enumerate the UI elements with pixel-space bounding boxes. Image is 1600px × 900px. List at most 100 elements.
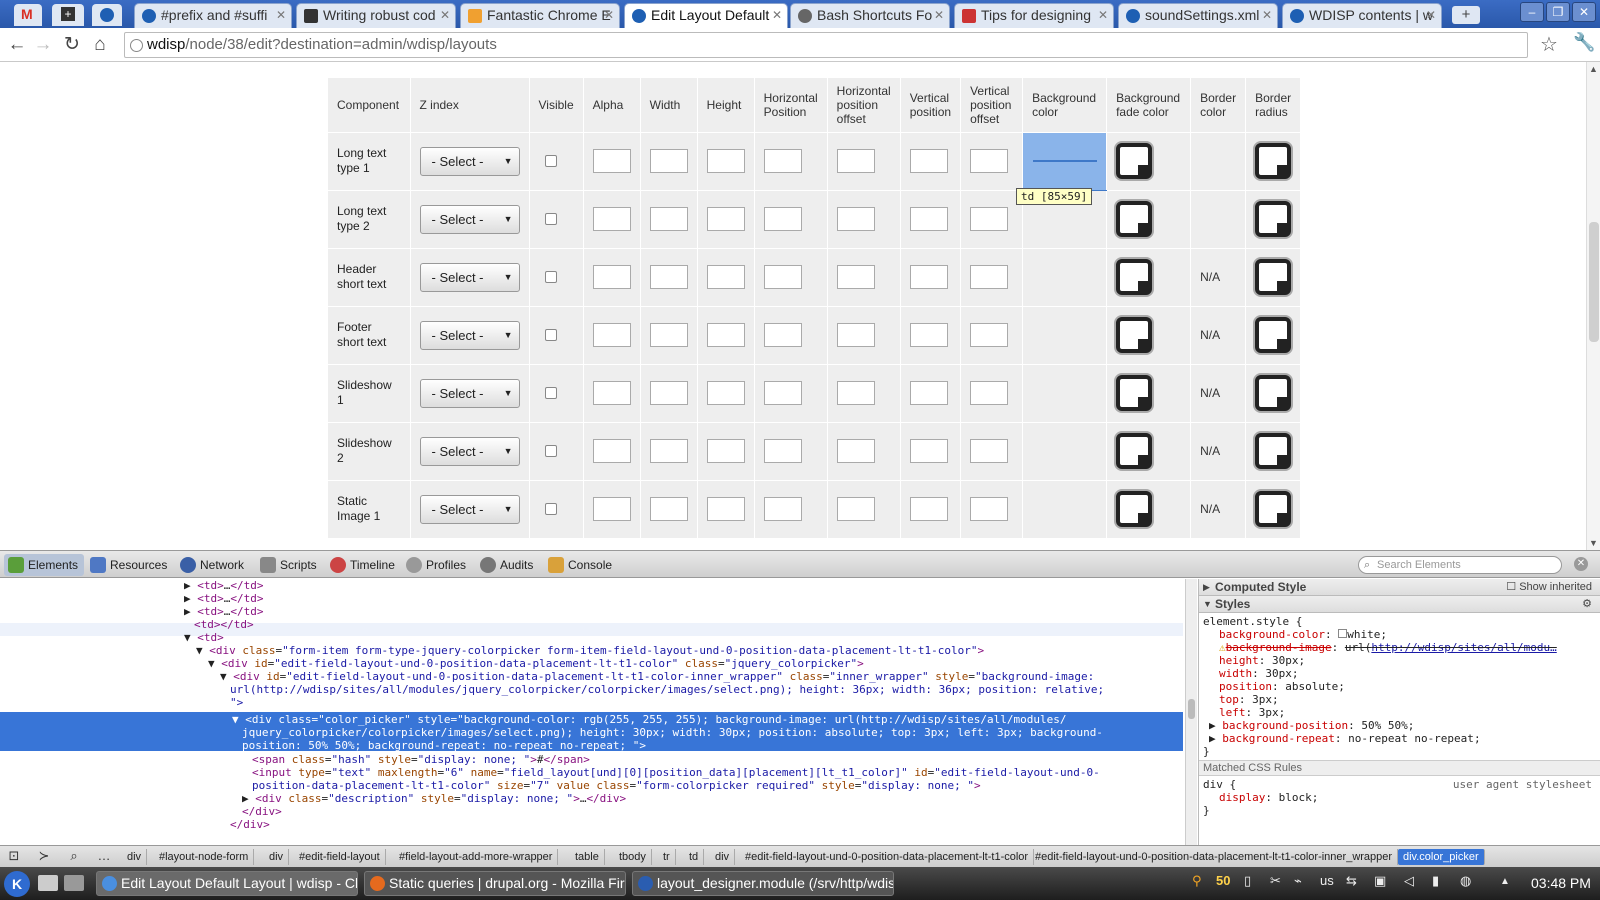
visible-checkbox[interactable] xyxy=(544,503,557,516)
horizontal-position-input[interactable] xyxy=(763,323,802,347)
vertical-offset-input[interactable] xyxy=(970,149,1009,173)
horizontal-offset-input[interactable] xyxy=(836,265,875,289)
background-color-picker[interactable] xyxy=(1116,433,1153,469)
breadcrumb-active[interactable]: div.color_picker xyxy=(1398,849,1485,865)
z-index-select[interactable]: - Select - xyxy=(419,204,520,234)
alpha-input[interactable] xyxy=(592,207,631,231)
dom-node[interactable]: ▶ <td>…</td> xyxy=(184,579,264,592)
visible-checkbox[interactable] xyxy=(544,445,557,457)
dom-node[interactable]: <td></td> xyxy=(194,618,254,631)
home-icon[interactable]: ⌂ xyxy=(88,33,112,57)
vertical-offset-input[interactable] xyxy=(970,439,1009,463)
scroll-up-icon[interactable]: ▲ xyxy=(1589,64,1598,74)
tab-close-icon[interactable]: ✕ xyxy=(1426,4,1436,27)
horizontal-offset-input[interactable] xyxy=(836,149,875,173)
border-color-picker[interactable] xyxy=(1255,433,1292,469)
devtools-close-icon[interactable]: ✕ xyxy=(1574,557,1588,571)
devtools-tab-resources[interactable]: Resources xyxy=(86,554,173,576)
css-property[interactable]: ▶ background-repeat: no-repeat no-repeat… xyxy=(1203,732,1596,745)
background-color-picker[interactable] xyxy=(1116,259,1153,295)
window-list-icon[interactable] xyxy=(64,875,84,891)
dom-node[interactable]: </div> xyxy=(242,805,282,818)
horizontal-position-input[interactable] xyxy=(763,149,802,173)
alpha-input[interactable] xyxy=(592,323,631,347)
vertical-offset-input[interactable] xyxy=(970,265,1009,289)
devtools-tab-console[interactable]: Console xyxy=(544,554,618,576)
dom-node[interactable]: ▼ <td> xyxy=(184,631,224,644)
tab-edit-layout[interactable]: Edit Layout Default ✕ xyxy=(624,3,788,28)
breadcrumb[interactable]: td xyxy=(684,849,705,865)
visible-checkbox[interactable] xyxy=(544,387,557,399)
dom-node[interactable]: ▼ <div id="edit-field-layout-und-0-posit… xyxy=(220,670,1094,683)
show-desktop-icon[interactable] xyxy=(38,875,58,891)
scroll-down-icon[interactable]: ▼ xyxy=(1589,538,1598,548)
css-property[interactable]: left: 3px; xyxy=(1203,706,1596,719)
more-icon[interactable]: … xyxy=(94,848,114,866)
breadcrumb[interactable]: #field-layout-add-more-wrapper xyxy=(394,849,559,865)
background-color-picker[interactable] xyxy=(1116,201,1153,237)
border-color-picker[interactable] xyxy=(1255,491,1292,528)
horizontal-position-input[interactable] xyxy=(763,265,802,289)
alpha-input[interactable] xyxy=(592,381,631,405)
width-input[interactable] xyxy=(649,439,688,463)
background-color-picker[interactable] xyxy=(1116,317,1153,353)
horizontal-position-input[interactable] xyxy=(763,207,802,231)
visible-checkbox[interactable] xyxy=(544,213,557,225)
border-color-picker[interactable] xyxy=(1255,143,1292,179)
horizontal-position-input[interactable] xyxy=(763,381,802,405)
pinned-tab-extension[interactable]: + xyxy=(52,4,84,26)
reload-icon[interactable]: ↻ xyxy=(60,33,84,57)
height-input[interactable] xyxy=(706,149,745,173)
close-window-icon[interactable]: ✕ xyxy=(1572,2,1596,22)
maximize-icon[interactable]: ❐ xyxy=(1546,2,1570,22)
tab-close-icon[interactable]: ✕ xyxy=(276,4,286,27)
horizontal-offset-input[interactable] xyxy=(836,323,875,347)
breadcrumb[interactable]: div xyxy=(122,849,148,865)
vertical-offset-input[interactable] xyxy=(970,497,1009,522)
horizontal-offset-input[interactable] xyxy=(836,439,875,463)
dom-node[interactable]: </div> xyxy=(230,818,270,831)
address-bar[interactable]: wdisp/node/38/edit?destination=admin/wdi… xyxy=(124,32,1528,58)
breadcrumb[interactable]: div xyxy=(264,849,290,865)
horizontal-offset-input[interactable] xyxy=(836,381,875,405)
tab-wdisp-contents[interactable]: WDISP contents | w ✕ xyxy=(1282,3,1442,28)
new-tab-button[interactable]: + xyxy=(1452,6,1480,24)
z-index-select[interactable]: - Select - xyxy=(419,436,520,466)
task-editor[interactable]: layout_designer.module (/srv/http/wdis xyxy=(632,871,894,896)
dom-node[interactable]: ▼ <div id="edit-field-layout-und-0-posit… xyxy=(208,657,864,670)
tray-badge[interactable]: 50 xyxy=(1216,873,1230,888)
volume-icon[interactable]: ◁ xyxy=(1404,873,1414,889)
css-property[interactable]: top: 3px; xyxy=(1203,693,1596,706)
computed-style-header[interactable]: ▶ Computed Style ☐ Show inherited xyxy=(1199,579,1600,596)
keyboard-layout[interactable]: us xyxy=(1320,873,1334,888)
breadcrumb[interactable]: #layout-node-form xyxy=(154,849,255,865)
devtools-tab-scripts[interactable]: Scripts xyxy=(256,554,323,576)
visible-checkbox[interactable] xyxy=(544,271,557,283)
network-tray-icon[interactable]: ⌁ xyxy=(1294,873,1302,889)
border-color-picker[interactable] xyxy=(1255,259,1292,295)
vertical-position-input[interactable] xyxy=(909,323,948,347)
tab-prefix-suffix[interactable]: #prefix and #suffi ✕ xyxy=(134,3,292,28)
css-property[interactable]: ⚠background-image: url(http://wdisp/site… xyxy=(1203,641,1596,654)
forward-arrow-icon[interactable]: → xyxy=(31,33,55,57)
z-index-select[interactable]: - Select - xyxy=(419,146,520,176)
dom-node[interactable]: ▶ <td>…</td> xyxy=(184,592,264,605)
dom-scroll-thumb[interactable] xyxy=(1188,699,1195,719)
z-index-select[interactable]: - Select - xyxy=(419,262,520,292)
css-property[interactable]: background-color: white; xyxy=(1203,628,1596,641)
width-input[interactable] xyxy=(649,497,688,522)
z-index-select[interactable]: - Select - xyxy=(419,378,520,408)
visible-checkbox[interactable] xyxy=(544,155,557,167)
vertical-offset-input[interactable] xyxy=(970,381,1009,405)
vertical-position-input[interactable] xyxy=(909,207,948,231)
tab-bash-shortcuts[interactable]: Bash Shortcuts Fo ✕ xyxy=(790,3,950,28)
dom-node[interactable]: <span class="hash" style="display: none;… xyxy=(252,753,590,766)
scroll-thumb[interactable] xyxy=(1589,222,1599,342)
breadcrumb[interactable]: table xyxy=(570,849,605,865)
height-input[interactable] xyxy=(706,323,745,347)
dom-node[interactable]: <input type="text" maxlength="6" name="f… xyxy=(252,766,1100,779)
page-scrollbar[interactable]: ▲ ▼ xyxy=(1586,62,1600,550)
dock-icon[interactable]: ⊡ xyxy=(4,848,24,866)
tab-tips-designing[interactable]: Tips for designing ✕ xyxy=(954,3,1114,28)
pinned-tab-drupal[interactable] xyxy=(92,4,122,26)
